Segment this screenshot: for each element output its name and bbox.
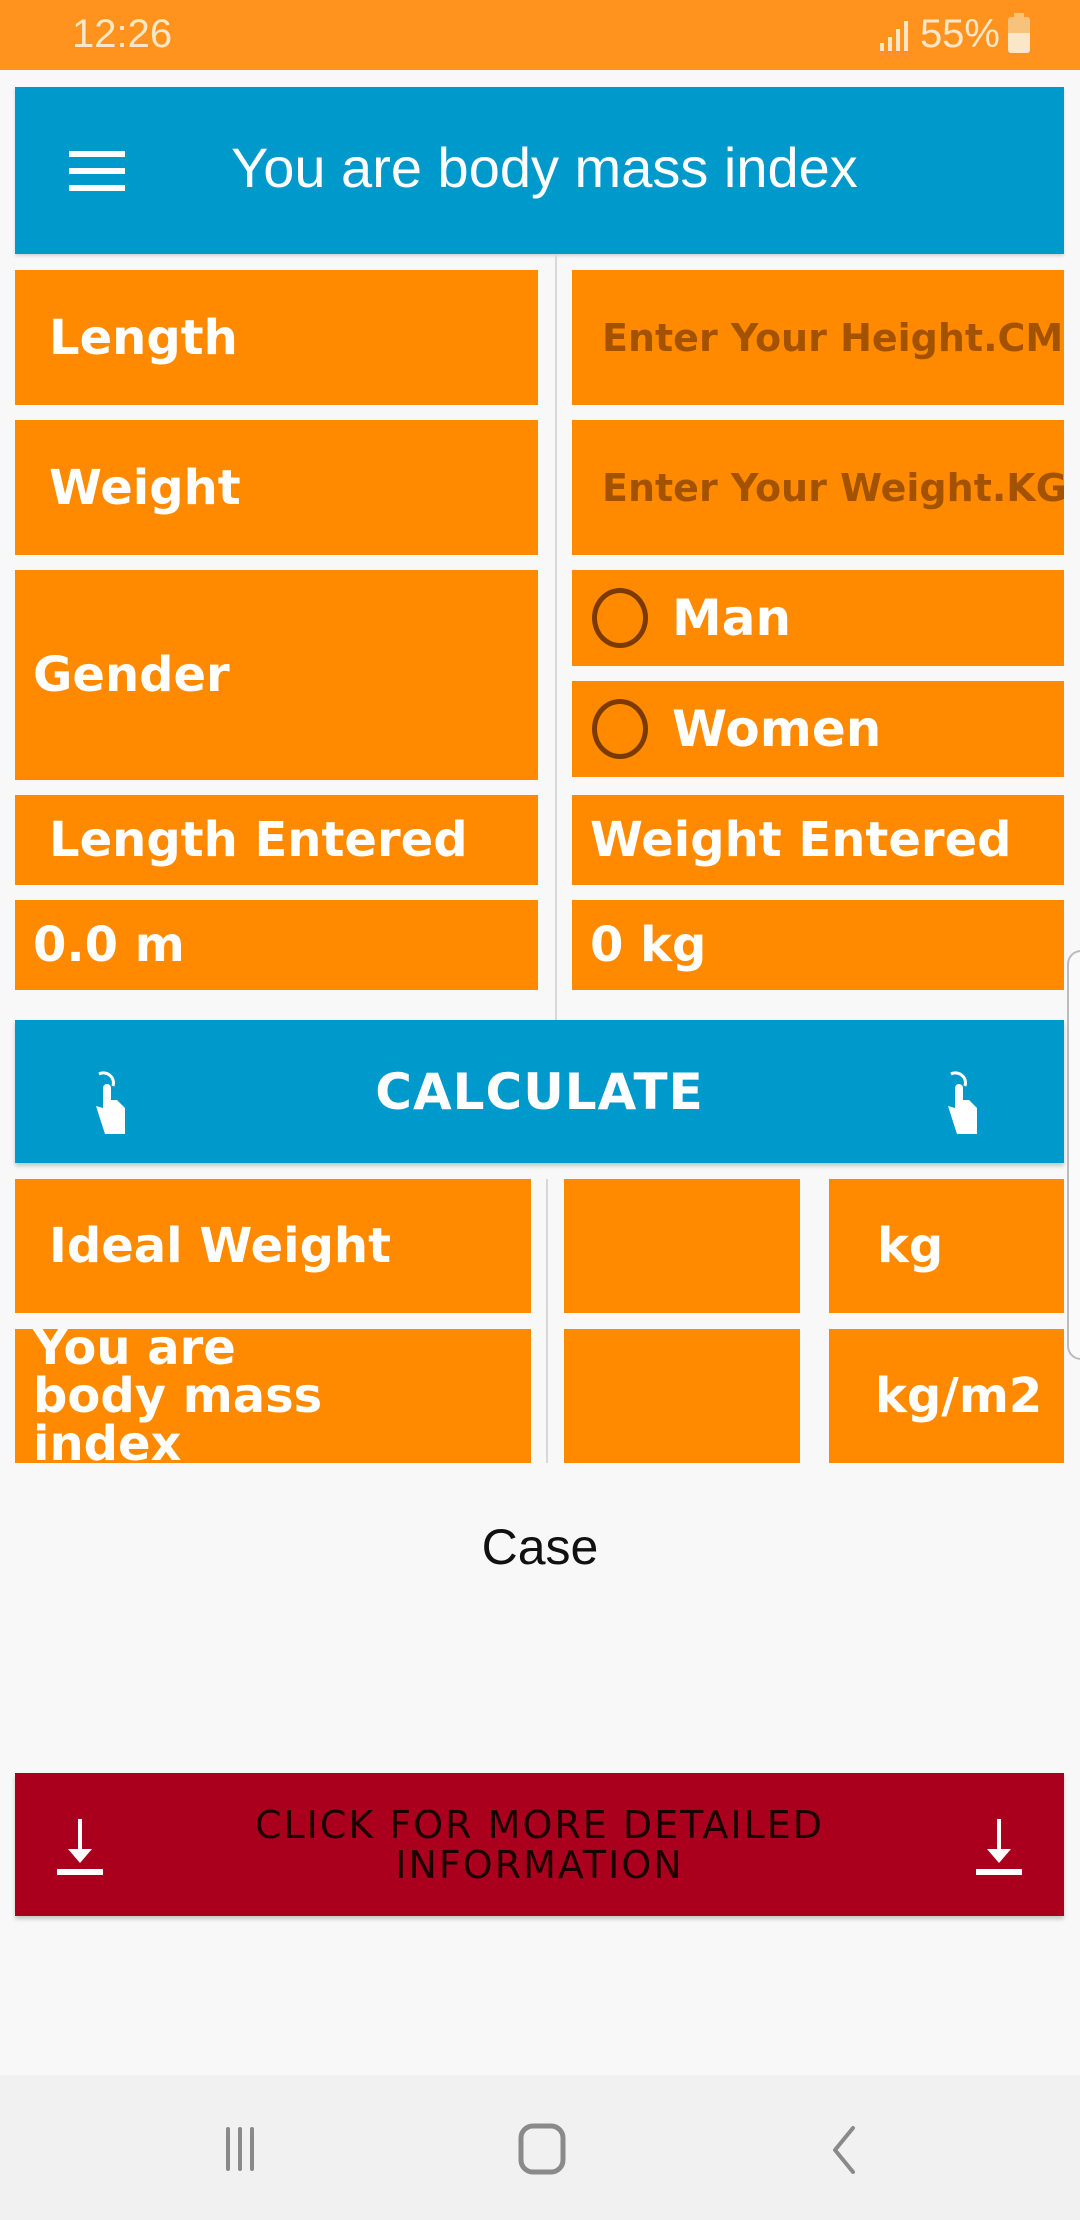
download-icon xyxy=(976,1819,1022,1875)
gender-label: Gender xyxy=(15,570,538,780)
ideal-weight-unit: kg xyxy=(829,1179,1064,1313)
back-button[interactable] xyxy=(804,2115,884,2185)
weight-entered-value: 0 kg xyxy=(572,900,1064,990)
back-icon xyxy=(833,2126,855,2174)
ideal-weight-value xyxy=(564,1179,800,1313)
height-input-tile xyxy=(572,270,1064,405)
weight-input-tile xyxy=(572,420,1064,555)
results-divider xyxy=(546,1179,548,1463)
battery-percent: 55% xyxy=(919,12,1000,56)
radio-women[interactable] xyxy=(592,699,648,759)
radio-man[interactable] xyxy=(592,588,648,648)
hamburger-menu-icon[interactable] xyxy=(69,151,125,191)
column-divider xyxy=(555,254,557,1020)
tap-hand-icon xyxy=(96,1071,125,1134)
height-input[interactable] xyxy=(572,270,1064,405)
ideal-weight-label: Ideal Weight xyxy=(15,1179,531,1313)
app-title: You are body mass index xyxy=(231,136,858,199)
gender-option-women[interactable]: Women xyxy=(572,681,1064,777)
bmi-label: You are body mass index xyxy=(15,1329,531,1463)
case-text: Case xyxy=(481,1519,599,1575)
battery-icon xyxy=(1008,12,1030,53)
status-right: 55% xyxy=(879,12,1030,57)
weight-input[interactable] xyxy=(572,420,1064,555)
bmi-value xyxy=(564,1329,800,1463)
calculate-label: CALCULATE xyxy=(375,1062,704,1121)
weight-entered-label: Weight Entered xyxy=(572,795,1064,885)
app-bar: You are body mass index xyxy=(15,87,1064,254)
more-info-button[interactable]: CLICK FOR MORE DETAILED INFORMATION xyxy=(15,1773,1064,1916)
length-label: Length xyxy=(15,270,538,405)
navigation-bar xyxy=(0,2075,1080,2220)
download-icon xyxy=(57,1819,103,1875)
status-bar: 12:26 55% xyxy=(0,0,1080,70)
recent-apps-button[interactable] xyxy=(200,2115,280,2185)
recent-apps-icon xyxy=(226,2127,254,2171)
radio-man-label: Man xyxy=(672,589,792,647)
status-time: 12:26 xyxy=(72,12,173,56)
calculate-button[interactable]: CALCULATE xyxy=(15,1020,1064,1163)
weight-label: Weight xyxy=(15,420,538,555)
length-entered-value: 0.0 m xyxy=(15,900,538,990)
more-info-label: CLICK FOR MORE DETAILED INFORMATION xyxy=(254,1802,825,1887)
home-icon xyxy=(518,2123,566,2175)
bmi-unit: kg/m2 xyxy=(829,1329,1064,1463)
home-button[interactable] xyxy=(502,2115,582,2185)
gender-option-man[interactable]: Man xyxy=(572,570,1064,666)
signal-icon xyxy=(879,19,908,51)
edge-panel-handle[interactable] xyxy=(1067,950,1080,1360)
length-entered-label: Length Entered xyxy=(15,795,538,885)
radio-women-label: Women xyxy=(672,700,882,758)
tap-hand-icon xyxy=(948,1071,977,1134)
